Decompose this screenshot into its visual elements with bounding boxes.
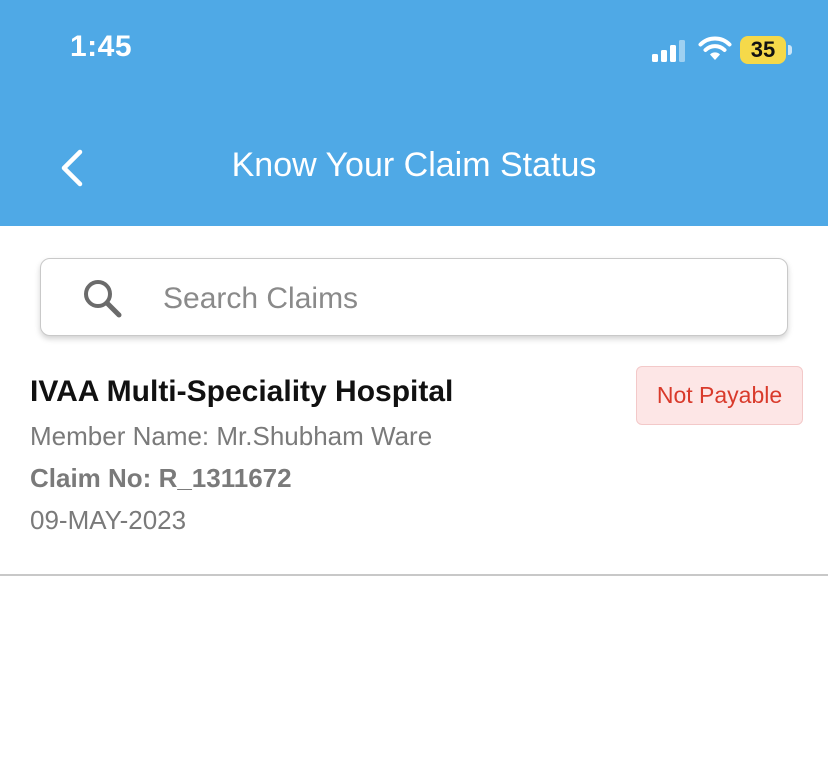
- claim-list-item[interactable]: IVAA Multi-Speciality Hospital Member Na…: [0, 355, 828, 575]
- claim-date: 09-MAY-2023: [30, 505, 187, 535]
- status-badge: Not Payable: [636, 366, 803, 425]
- search-icon: [84, 280, 122, 318]
- list-divider: [0, 574, 828, 576]
- wifi-icon: [698, 36, 732, 60]
- battery-icon: 35: [740, 36, 792, 64]
- member-name: Member Name: Mr.Shubham Ware: [30, 421, 433, 451]
- hospital-name: IVAA Multi-Speciality Hospital: [30, 375, 454, 408]
- search-bar[interactable]: [40, 258, 788, 336]
- claim-number: Claim No: R_1311672: [30, 463, 292, 493]
- status-bar-time: 1:45: [70, 30, 133, 63]
- app-header: 1:45 35 Know Your Claim Status: [0, 0, 828, 226]
- battery-level: 35: [740, 36, 786, 64]
- page-title: Know Your Claim Status: [231, 146, 597, 184]
- search-input[interactable]: [161, 273, 765, 325]
- signal-icon: [652, 40, 685, 62]
